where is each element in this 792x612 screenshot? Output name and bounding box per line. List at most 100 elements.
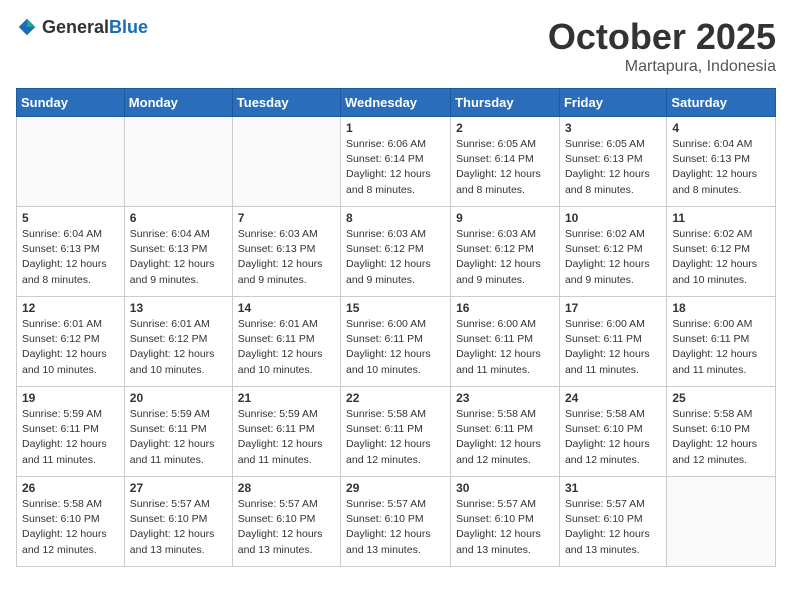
day-info: Sunrise: 6:05 AMSunset: 6:13 PMDaylight:…	[565, 137, 661, 198]
day-number: 19	[22, 391, 119, 405]
logo-general: General	[42, 17, 109, 37]
calendar-cell-w4-d1: 19Sunrise: 5:59 AMSunset: 6:11 PMDayligh…	[17, 387, 125, 477]
day-number: 3	[565, 121, 661, 135]
calendar-cell-w3-d2: 13 Sunrise: 6:01 AMSunset: 6:12 PMDayligh…	[124, 297, 232, 387]
calendar-cell-w5-d6: 31 Sunrise: 5:57 AMSunset: 6:10 PMDayligh…	[559, 477, 666, 567]
day-info: Sunrise: 6:04 AMSunset: 6:13 PMDaylight:…	[130, 227, 227, 288]
week-row-4: 19 Sunrise: 5:59 AMSunset: 6:11 PMDayligh…	[17, 387, 776, 477]
calendar-cell-w1-d5: 2 Sunrise: 6:05 AMSunset: 6:14 PMDaylight…	[451, 117, 560, 207]
day-number: 14	[238, 301, 335, 315]
calendar-cell-w5-d1: 26Sunrise: 5:58 AMSunset: 6:10 PMDayligh…	[17, 477, 125, 567]
calendar-cell-w5-d5: 30 Sunrise: 5:57 AMSunset: 6:10 PMDayligh…	[451, 477, 560, 567]
day-number: 10	[565, 211, 661, 225]
calendar-cell-w4-d7: 25 Sunrise: 5:58 AMSunset: 6:10 PMDayligh…	[667, 387, 776, 477]
logo: GeneralBlue	[16, 16, 148, 38]
page-header: GeneralBlue October 2025 Martapura, Indo…	[16, 16, 776, 76]
day-info: Sunrise: 6:04 AMSunset: 6:13 PMDaylight:…	[22, 227, 119, 288]
day-info: Sunrise: 6:00 AMSunset: 6:11 PMDaylight:…	[672, 317, 770, 378]
day-number: 1	[346, 121, 445, 135]
calendar-cell-w3-d5: 16 Sunrise: 6:00 AMSunset: 6:11 PMDayligh…	[451, 297, 560, 387]
week-row-2: 5 Sunrise: 6:04 AMSunset: 6:13 PMDaylight…	[17, 207, 776, 297]
day-info: Sunrise: 5:57 AMSunset: 6:10 PMDaylight:…	[130, 497, 227, 558]
day-info: Sunrise: 6:00 AMSunset: 6:11 PMDaylight:…	[346, 317, 445, 378]
day-info: Sunrise: 6:02 AMSunset: 6:12 PMDaylight:…	[565, 227, 661, 288]
day-info: Sunrise: 5:59 AMSunset: 6:11 PMDaylight:…	[130, 407, 227, 468]
day-info: Sunrise: 5:57 AMSunset: 6:10 PMDaylight:…	[456, 497, 554, 558]
day-number: 18	[672, 301, 770, 315]
calendar-cell-w2-d6: 10 Sunrise: 6:02 AMSunset: 6:12 PMDayligh…	[559, 207, 666, 297]
calendar-cell-w1-d3	[232, 117, 340, 207]
week-row-3: 12 Sunrise: 6:01 AMSunset: 6:12 PMDayligh…	[17, 297, 776, 387]
calendar-table: Sunday Monday Tuesday Wednesday Thursday…	[16, 88, 776, 567]
day-number: 22	[346, 391, 445, 405]
day-number: 25	[672, 391, 770, 405]
day-info: Sunrise: 6:03 AMSunset: 6:12 PMDaylight:…	[346, 227, 445, 288]
calendar-cell-w1-d2	[124, 117, 232, 207]
day-number: 28	[238, 481, 335, 495]
day-number: 7	[238, 211, 335, 225]
day-number: 20	[130, 391, 227, 405]
calendar-cell-w2-d5: 9 Sunrise: 6:03 AMSunset: 6:12 PMDaylight…	[451, 207, 560, 297]
header-friday: Friday	[559, 89, 666, 117]
header-tuesday: Tuesday	[232, 89, 340, 117]
header-wednesday: Wednesday	[341, 89, 451, 117]
header-sunday: Sunday	[17, 89, 125, 117]
day-number: 4	[672, 121, 770, 135]
calendar-cell-w2-d7: 11 Sunrise: 6:02 AMSunset: 6:12 PMDayligh…	[667, 207, 776, 297]
calendar-cell-w5-d2: 27 Sunrise: 5:57 AMSunset: 6:10 PMDayligh…	[124, 477, 232, 567]
day-info: Sunrise: 6:04 AMSunset: 6:13 PMDaylight:…	[672, 137, 770, 198]
title-block: October 2025 Martapura, Indonesia	[548, 16, 776, 76]
day-info: Sunrise: 6:02 AMSunset: 6:12 PMDaylight:…	[672, 227, 770, 288]
day-info: Sunrise: 6:06 AMSunset: 6:14 PMDaylight:…	[346, 137, 445, 198]
day-info: Sunrise: 6:00 AMSunset: 6:11 PMDaylight:…	[456, 317, 554, 378]
calendar-cell-w3-d4: 15 Sunrise: 6:00 AMSunset: 6:11 PMDayligh…	[341, 297, 451, 387]
calendar-cell-w4-d2: 20 Sunrise: 5:59 AMSunset: 6:11 PMDayligh…	[124, 387, 232, 477]
day-number: 12	[22, 301, 119, 315]
location-title: Martapura, Indonesia	[548, 58, 776, 76]
day-number: 26	[22, 481, 119, 495]
day-info: Sunrise: 6:03 AMSunset: 6:12 PMDaylight:…	[456, 227, 554, 288]
calendar-cell-w1-d4: 1 Sunrise: 6:06 AMSunset: 6:14 PMDaylight…	[341, 117, 451, 207]
day-info: Sunrise: 6:01 AMSunset: 6:11 PMDaylight:…	[238, 317, 335, 378]
calendar-cell-w2-d1: 5 Sunrise: 6:04 AMSunset: 6:13 PMDaylight…	[17, 207, 125, 297]
week-row-1: 1 Sunrise: 6:06 AMSunset: 6:14 PMDaylight…	[17, 117, 776, 207]
day-info: Sunrise: 5:58 AMSunset: 6:10 PMDaylight:…	[565, 407, 661, 468]
day-info: Sunrise: 6:01 AMSunset: 6:12 PMDaylight:…	[130, 317, 227, 378]
header-saturday: Saturday	[667, 89, 776, 117]
day-info: Sunrise: 5:57 AMSunset: 6:10 PMDaylight:…	[565, 497, 661, 558]
day-info: Sunrise: 5:59 AMSunset: 6:11 PMDaylight:…	[238, 407, 335, 468]
day-number: 17	[565, 301, 661, 315]
logo-icon	[16, 16, 38, 38]
calendar-cell-w1-d1	[17, 117, 125, 207]
day-info: Sunrise: 5:58 AMSunset: 6:10 PMDaylight:…	[672, 407, 770, 468]
calendar-cell-w3-d1: 12Sunrise: 6:01 AMSunset: 6:12 PMDayligh…	[17, 297, 125, 387]
calendar-cell-w5-d7	[667, 477, 776, 567]
logo-blue: Blue	[109, 17, 148, 37]
day-number: 16	[456, 301, 554, 315]
calendar-cell-w1-d6: 3 Sunrise: 6:05 AMSunset: 6:13 PMDaylight…	[559, 117, 666, 207]
day-info: Sunrise: 5:57 AMSunset: 6:10 PMDaylight:…	[346, 497, 445, 558]
day-number: 11	[672, 211, 770, 225]
calendar-header-row: Sunday Monday Tuesday Wednesday Thursday…	[17, 89, 776, 117]
day-number: 5	[22, 211, 119, 225]
day-number: 2	[456, 121, 554, 135]
day-number: 30	[456, 481, 554, 495]
day-info: Sunrise: 6:05 AMSunset: 6:14 PMDaylight:…	[456, 137, 554, 198]
header-thursday: Thursday	[451, 89, 560, 117]
calendar-cell-w2-d4: 8Sunrise: 6:03 AMSunset: 6:12 PMDaylight…	[341, 207, 451, 297]
week-row-5: 26Sunrise: 5:58 AMSunset: 6:10 PMDayligh…	[17, 477, 776, 567]
day-number: 31	[565, 481, 661, 495]
day-info: Sunrise: 6:03 AMSunset: 6:13 PMDaylight:…	[238, 227, 335, 288]
day-number: 13	[130, 301, 227, 315]
day-number: 27	[130, 481, 227, 495]
day-number: 15	[346, 301, 445, 315]
day-info: Sunrise: 5:57 AMSunset: 6:10 PMDaylight:…	[238, 497, 335, 558]
month-title: October 2025	[548, 16, 776, 58]
day-info: Sunrise: 6:00 AMSunset: 6:11 PMDaylight:…	[565, 317, 661, 378]
calendar-cell-w4-d3: 21Sunrise: 5:59 AMSunset: 6:11 PMDayligh…	[232, 387, 340, 477]
day-number: 9	[456, 211, 554, 225]
calendar-cell-w5-d4: 29Sunrise: 5:57 AMSunset: 6:10 PMDayligh…	[341, 477, 451, 567]
calendar-cell-w3-d6: 17 Sunrise: 6:00 AMSunset: 6:11 PMDayligh…	[559, 297, 666, 387]
calendar-cell-w5-d3: 28 Sunrise: 5:57 AMSunset: 6:10 PMDayligh…	[232, 477, 340, 567]
day-number: 24	[565, 391, 661, 405]
